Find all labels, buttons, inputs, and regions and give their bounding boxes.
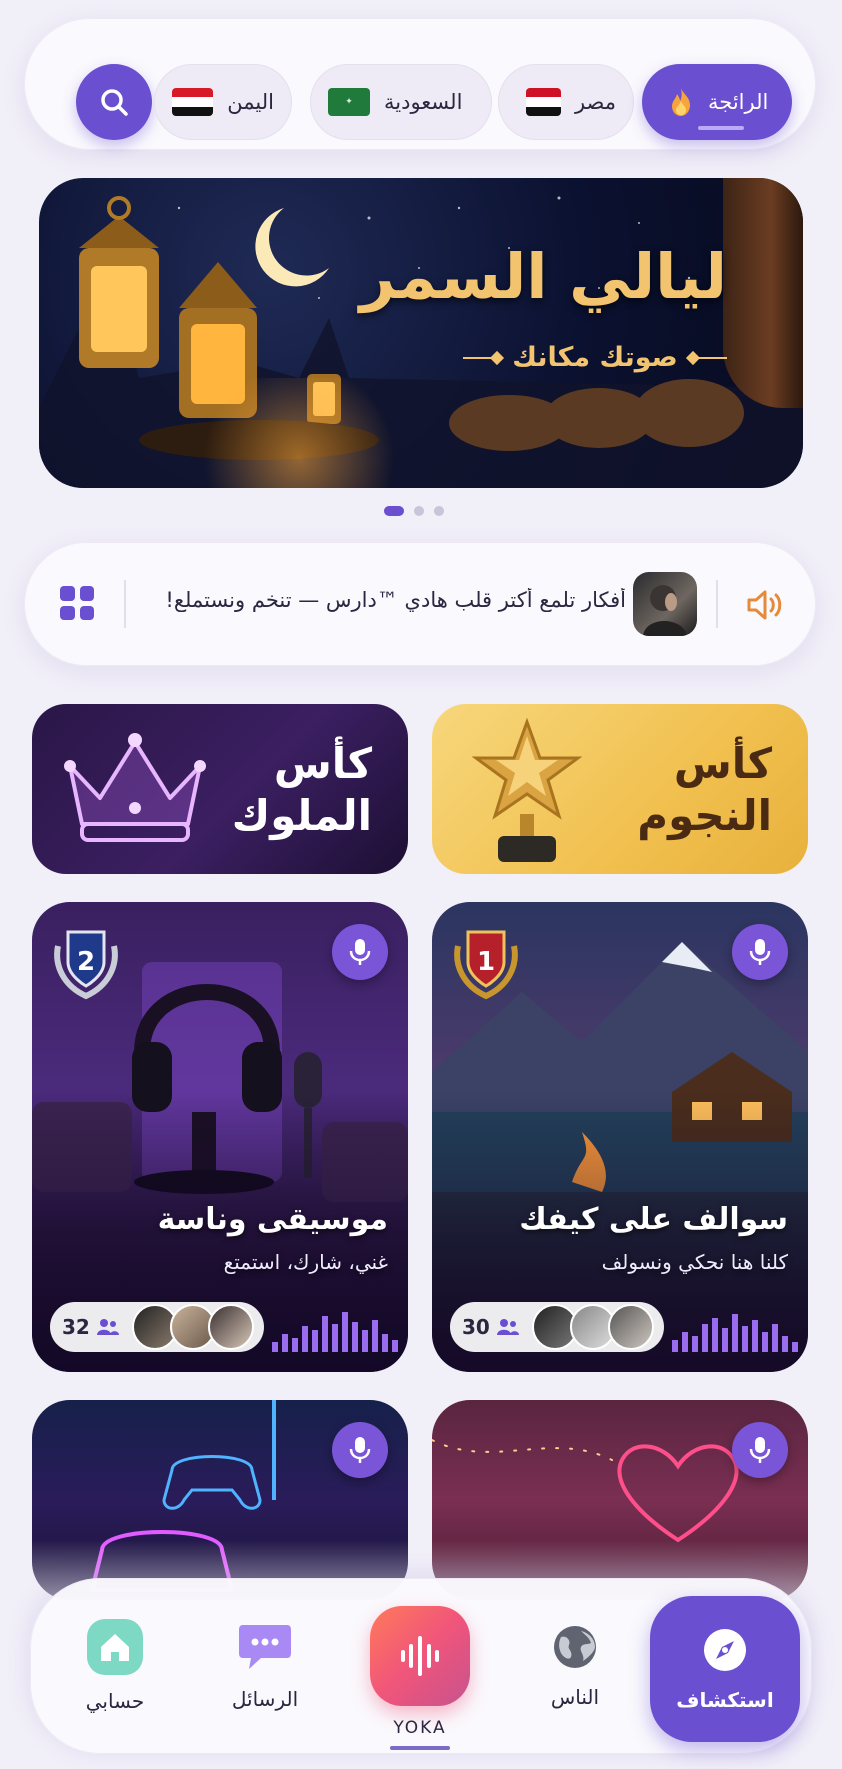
nav-explore-label: استكشاف <box>676 1688 774 1712</box>
tab-yemen[interactable]: اليمن <box>154 64 292 140</box>
member-avatars <box>532 1304 654 1350</box>
tab-trending[interactable]: الرائجة <box>642 64 792 140</box>
stars-cup-title: كأس النجوم <box>637 739 772 840</box>
nav-account-label: حسابي <box>85 1689 145 1713</box>
chat-bubble-icon <box>239 1625 291 1669</box>
nav-messages[interactable]: الرسائل <box>190 1578 340 1754</box>
avatar <box>608 1304 654 1350</box>
svg-text:1: 1 <box>477 947 495 977</box>
banner-curtain <box>723 178 803 408</box>
microphone-icon <box>349 1437 371 1463</box>
bottom-navigation: حسابي الرسائل YOKA الناس استكشاف <box>30 1578 812 1754</box>
nav-people[interactable]: الناس <box>500 1578 650 1754</box>
lantern-left <box>79 196 159 368</box>
tab-saudi[interactable]: ✦ السعودية <box>310 64 492 140</box>
active-tab-indicator <box>698 126 744 130</box>
member-count: 32 <box>62 1315 90 1339</box>
microphone-icon <box>749 1437 771 1463</box>
nav-people-label: الناس <box>550 1685 600 1709</box>
tab-yemen-label: اليمن <box>227 90 274 114</box>
microphone-icon <box>749 939 771 965</box>
globe-icon <box>554 1626 596 1668</box>
people-icon <box>496 1319 519 1335</box>
room-title: سوالف على كيفك <box>519 1202 788 1237</box>
nav-messages-label: الرسائل <box>231 1687 299 1711</box>
rank-badge-gold: 1 <box>454 930 518 1000</box>
banner-subtitle: صوتك مكانك <box>512 342 678 373</box>
tab-egypt[interactable]: مصر <box>498 64 634 140</box>
svg-text:2: 2 <box>77 947 95 977</box>
banner-scene <box>39 196 803 488</box>
hero-banner[interactable]: ليالي السمر صوتك مكانك <box>39 178 803 488</box>
home-icon <box>87 1619 143 1675</box>
mic-button[interactable] <box>732 924 788 980</box>
mic-button[interactable] <box>332 924 388 980</box>
microphone-icon <box>349 939 371 965</box>
avatar <box>208 1304 254 1350</box>
room-subtitle: كلنا هنا نحكي ونسولف <box>601 1250 788 1274</box>
tab-trending-label: الرائجة <box>708 90 769 114</box>
room-title: موسيقى وناسة <box>157 1202 388 1237</box>
pagination-dot-active[interactable] <box>384 506 404 516</box>
country-tabs-bar: اليمن ✦ السعودية مصر الرائجة <box>24 18 816 150</box>
yoka-indicator <box>390 1746 450 1750</box>
audio-equalizer-icon <box>272 1312 398 1352</box>
rank-badge-silver: 2 <box>54 930 118 1000</box>
kings-cup-title: كأس الملوك <box>231 739 372 840</box>
sound-wave-icon <box>401 1636 439 1676</box>
tab-egypt-label: مصر <box>574 90 616 114</box>
audio-equalizer-icon <box>672 1314 798 1352</box>
room-members-pill: 30 <box>450 1302 664 1352</box>
compass-icon <box>704 1629 746 1671</box>
fire-icon <box>672 88 690 116</box>
nav-explore[interactable]: استكشاف <box>650 1596 800 1742</box>
room-card[interactable]: 2 موسيقى وناسة غني، شارك، استمتع 32 <box>32 902 408 1372</box>
yoka-label: YOKA <box>393 1718 447 1738</box>
stars-cup-card[interactable]: كأس النجوم <box>432 704 808 874</box>
search-icon <box>101 89 128 116</box>
egypt-flag-icon <box>526 88 561 116</box>
banner-title: ليالي السمر <box>359 240 727 313</box>
yoka-button[interactable] <box>370 1606 470 1706</box>
room-card[interactable]: 1 سوالف على كيفك كلنا هنا نحكي ونسولف 30 <box>432 902 808 1372</box>
room-members-pill: 32 <box>50 1302 264 1352</box>
ticker-avatar[interactable] <box>633 572 697 636</box>
mic-button[interactable] <box>732 1422 788 1478</box>
mic-button[interactable] <box>332 1422 388 1478</box>
kings-cup-card[interactable]: كأس الملوك <box>32 704 408 874</box>
nav-account[interactable]: حسابي <box>40 1578 190 1754</box>
pagination-dot[interactable] <box>414 506 424 516</box>
people-icon <box>96 1319 119 1335</box>
tab-saudi-label: السعودية <box>384 90 463 114</box>
banner-subtitle-row: صوتك مكانك <box>462 342 727 373</box>
speaker-icon[interactable] <box>746 588 784 622</box>
saudi-flag-icon: ✦ <box>328 88 370 116</box>
member-count: 30 <box>462 1315 490 1339</box>
ticker-text: أفكار تلمع أكتر قلب هادي ™دارس — تنخم ون… <box>165 588 626 612</box>
star-trophy-icon <box>472 718 582 862</box>
yemen-flag-icon <box>172 88 214 116</box>
room-subtitle: غني، شارك، استمتع <box>223 1250 388 1274</box>
pagination-dot[interactable] <box>434 506 444 516</box>
search-button[interactable] <box>76 64 152 140</box>
member-avatars <box>132 1304 254 1350</box>
grid-menu-icon[interactable] <box>60 586 94 620</box>
banner-pagination <box>384 506 444 516</box>
announcement-ticker[interactable]: أفكار تلمع أكتر قلب هادي ™دارس — تنخم ون… <box>24 542 816 666</box>
